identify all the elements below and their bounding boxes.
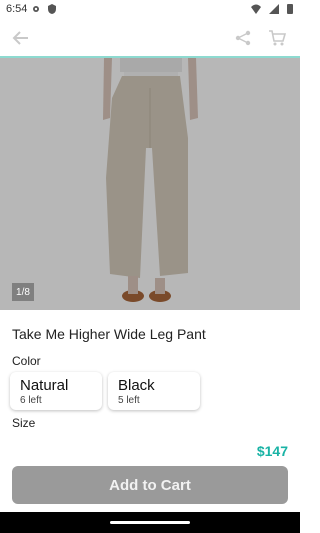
status-bar: 6:54	[0, 0, 300, 18]
color-option-stock: 6 left	[20, 395, 42, 406]
color-option-stock: 5 left	[118, 395, 140, 406]
battery-icon	[286, 3, 294, 18]
add-to-cart-button[interactable]: Add to Cart	[12, 466, 288, 504]
home-handle[interactable]	[110, 521, 190, 524]
share-icon[interactable]	[230, 25, 256, 51]
top-app-bar	[0, 18, 300, 58]
product-photo-illustration	[103, 58, 198, 302]
size-label: Size	[12, 416, 36, 430]
product-image[interactable]: 1/8	[0, 58, 300, 310]
cart-icon[interactable]	[264, 25, 290, 51]
price-label: $147	[256, 443, 288, 459]
product-title: Take Me Higher Wide Leg Pant	[12, 326, 206, 342]
status-time: 6:54	[6, 3, 28, 15]
image-counter: 1/8	[12, 283, 34, 301]
gesture-bar	[0, 512, 300, 533]
color-option-natural[interactable]: Natural 6 left	[10, 372, 102, 410]
color-option-black[interactable]: Black 5 left	[108, 372, 200, 410]
color-option-name: Natural	[20, 377, 69, 394]
settings-icon	[30, 3, 42, 15]
back-arrow-icon[interactable]	[8, 25, 34, 51]
product-details-sheet: Take Me Higher Wide Leg Pant Color Natur…	[0, 310, 300, 533]
wifi-icon	[250, 3, 262, 18]
signal-icon	[268, 3, 280, 18]
color-label: Color	[12, 354, 41, 368]
shield-icon	[46, 3, 58, 15]
color-option-name: Black	[118, 377, 155, 394]
